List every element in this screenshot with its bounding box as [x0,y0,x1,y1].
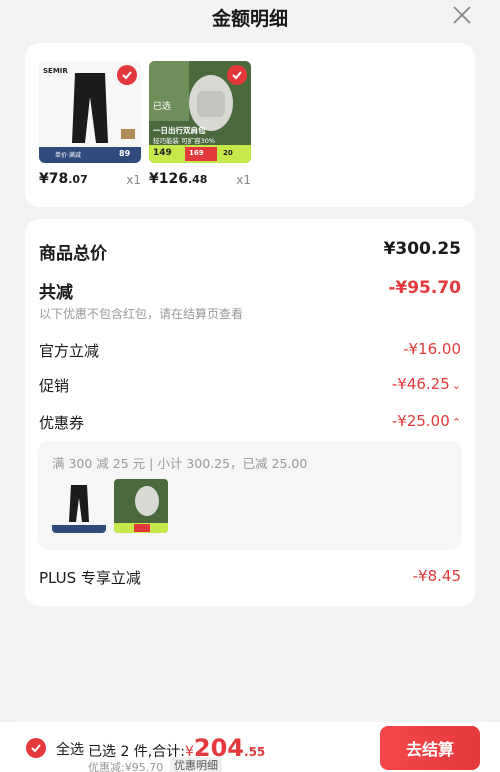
product-item[interactable]: SEMIR 单价·满减 89 ¥78.07 x1 [39,61,141,193]
product-thumbnail[interactable]: 已选 一日出行双肩包 轻巧能装 可扩容30% 149 169 20 [149,61,251,163]
plus-value: -¥8.45 [412,567,461,585]
checkout-button[interactable]: 去结算 [380,726,480,770]
coupon-value-group: -¥25.00 ⌃ [392,412,461,430]
product-item[interactable]: 已选 一日出行双肩包 轻巧能装 可扩容30% 149 169 20 ¥126.4… [149,61,251,193]
plus-discount-row: PLUS 专享立减 -¥8.45 [39,567,461,591]
coupon-description: 满 300 减 25 元 | 小计 300.25，已减 25.00 [52,456,308,471]
promo-row[interactable]: 促销 -¥46.25 ⌄ [39,375,461,399]
banner-price: 89 [119,149,131,158]
chevron-up-icon[interactable]: ⌃ [452,416,461,429]
product-price: ¥78.07 [39,171,88,187]
promo-label: 促销 [39,377,70,395]
product-tag: 已选 [153,102,172,112]
amount-detail-sheet: 金额明细 SEMIR 单价·满减 89 ¥78.07 x1 已选 一日出行双肩包… [15,0,485,772]
official-discount-row: 官方立减 -¥16.00 [39,340,461,364]
product-qty: x1 [126,173,141,187]
coupon-product-thumbnail [114,479,168,533]
product-qty: x1 [236,173,251,187]
banner-price-3: 20 [223,149,233,157]
total-row: 商品总价 ¥300.25 [39,239,461,264]
coupon-value: -¥25.00 [391,412,450,430]
promo-value-group: -¥46.25 ⌄ [392,375,461,393]
promo-value: -¥46.25 [391,375,450,393]
coupon-detail-box: 满 300 减 25 元 | 小计 300.25，已减 25.00 [38,441,462,550]
selected-check-icon[interactable] [227,65,247,85]
coupon-product-thumbnail [52,479,106,533]
discount-detail-button[interactable]: 优惠明细 [170,757,222,772]
banner-price-2: 169 [189,149,204,157]
promo-line-2: 轻巧能装 可扩容30% [153,137,216,145]
total-label: 商品总价 [39,244,107,264]
discount-row: 共减 -¥95.70 [39,278,461,303]
product-thumbnail[interactable]: SEMIR 单价·满减 89 [39,61,141,163]
product-price: ¥126.48 [149,171,208,187]
discount-note: 以下优惠不包含红包，请在结算页查看 [39,307,244,321]
price-details-card: 商品总价 ¥300.25 共减 -¥95.70 以下优惠不包含红包，请在结算页查… [25,219,475,606]
saved-amount: 优惠减:¥95.70 [88,761,164,772]
sheet-header: 金额明细 [15,0,485,36]
select-all-check-icon[interactable] [26,738,46,758]
backpack-image [114,479,168,533]
product-price-row: ¥78.07 x1 [39,171,141,193]
selected-check-icon[interactable] [117,65,137,85]
close-icon[interactable] [451,4,473,26]
banner-text: 单价·满减 [55,152,81,159]
product-price-row: ¥126.48 x1 [149,171,251,193]
chevron-down-icon[interactable]: ⌄ [452,379,461,392]
banner-price-1: 149 [153,148,172,158]
pants-image [52,479,106,533]
coupon-row[interactable]: 优惠券 -¥25.00 ⌃ [39,412,461,436]
official-label: 官方立减 [39,342,100,360]
checkout-bar: 全选 已选 2 件,合计:¥204.55 优惠减:¥95.70 优惠明细 去结算 [0,722,500,772]
select-all-label[interactable]: 全选 [56,739,84,759]
discount-value: -¥95.70 [388,278,461,298]
total-amount-decimal: .55 [244,745,266,759]
official-value: -¥16.00 [403,340,461,358]
total-value: ¥300.25 [383,239,461,259]
sheet-title: 金额明细 [211,8,288,30]
plus-label: PLUS 专享立减 [39,569,141,587]
products-card: SEMIR 单价·满减 89 ¥78.07 x1 已选 一日出行双肩包 轻巧能装… [25,43,475,207]
coupon-label: 优惠券 [39,414,85,432]
discount-label: 共减 [39,283,73,303]
